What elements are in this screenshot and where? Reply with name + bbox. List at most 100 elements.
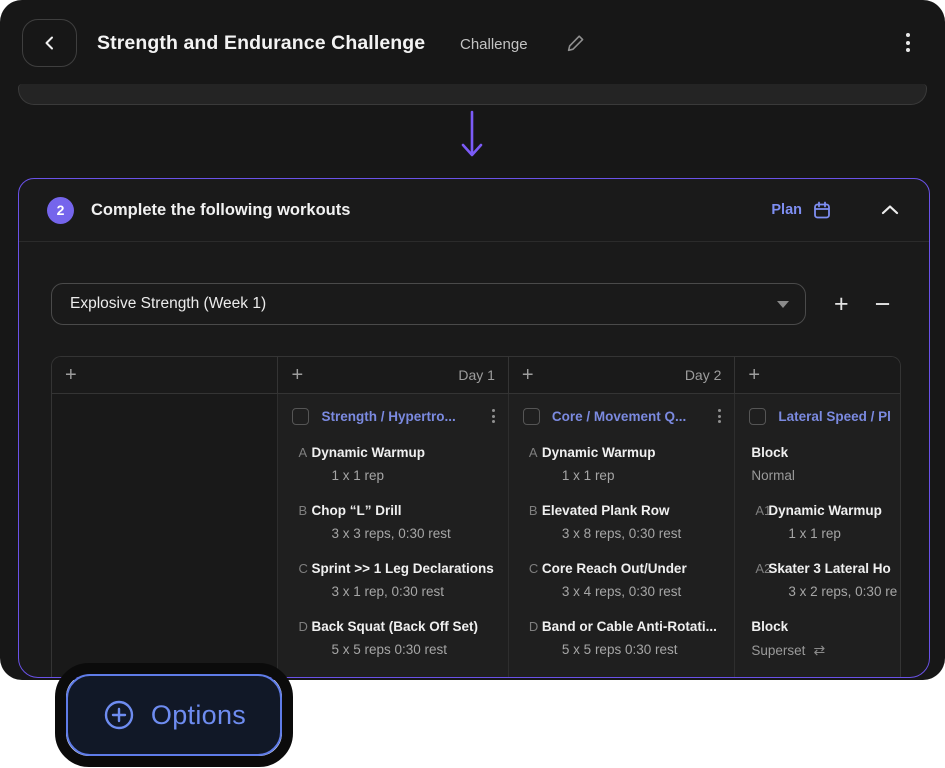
exercise-name: Dynamic Warmup — [311, 445, 425, 460]
add-workout-icon[interactable]: + — [522, 365, 534, 385]
overflow-menu-icon[interactable] — [904, 31, 912, 54]
block-item[interactable]: Block Normal — [735, 445, 900, 483]
workout-checkbox[interactable] — [292, 408, 309, 425]
day-label: Day 1 — [458, 367, 495, 383]
exercise-item[interactable]: DBand or Cable Anti-Rotati... 5 x 5 reps… — [509, 619, 734, 657]
week-select-value: Explosive Strength (Week 1) — [70, 295, 266, 313]
board-column-day1: Strength / Hypertro... ADynamic Warmup 1… — [278, 394, 508, 678]
week-selector-row: Explosive Strength (Week 1) + − — [51, 283, 903, 325]
exercise-tag: A — [509, 445, 542, 460]
exercise-tag: B — [278, 503, 311, 518]
exercise-list: ADynamic Warmup 1 x 1 rep BElevated Plan… — [509, 445, 734, 657]
exercise-name: Core Reach Out/Under — [542, 561, 687, 576]
step-number-badge: 2 — [47, 197, 74, 224]
exercise-name: Sprint >> 1 Leg Declarations — [311, 561, 493, 576]
board-body: Strength / Hypertro... ADynamic Warmup 1… — [52, 394, 900, 678]
edit-pencil-icon[interactable] — [566, 33, 586, 53]
add-workout-icon[interactable]: + — [65, 365, 77, 385]
plus-circle-icon — [102, 698, 136, 732]
exercise-item[interactable]: BElevated Plank Row 3 x 8 reps, 0:30 res… — [509, 503, 734, 541]
collapsed-step-card[interactable] — [18, 84, 927, 105]
header: Strength and Endurance Challenge Challen… — [0, 0, 945, 84]
workout-card-header: Lateral Speed / Ply — [749, 402, 890, 430]
exercise-item[interactable]: A1Dynamic Warmup 1 x 1 rep — [735, 503, 900, 541]
exercise-name: Band or Cable Anti-Rotati... — [542, 619, 717, 634]
block-item[interactable]: Block Superset⇄ — [735, 619, 900, 659]
exercise-name: Back Squat (Back Off Set) — [311, 619, 478, 634]
exercise-detail: 5 x 5 reps 0:30 rest — [331, 642, 507, 657]
exercise-item[interactable]: ADynamic Warmup 1 x 1 rep — [509, 445, 734, 483]
exercise-item[interactable]: BChop “L” Drill 3 x 3 reps, 0:30 rest — [278, 503, 507, 541]
exercise-tag: C — [278, 561, 311, 576]
exercise-name: Chop “L” Drill — [311, 503, 401, 518]
chevron-down-icon — [777, 301, 789, 308]
workout-board: + + Day 1 + Day 2 + — [51, 356, 901, 678]
add-workout-icon[interactable]: + — [291, 365, 303, 385]
board-column-day2: Core / Movement Q... ADynamic Warmup 1 x… — [509, 394, 735, 678]
options-button-highlight-ring: Options — [55, 663, 293, 767]
options-button-label: Options — [151, 700, 246, 731]
program-type-label: Challenge — [460, 36, 528, 53]
step-2-card: 2 Complete the following workouts Plan E… — [18, 178, 930, 678]
collapse-chevron-up-icon[interactable] — [881, 204, 899, 216]
add-week-button[interactable]: + — [834, 292, 849, 317]
exercise-tag: C — [509, 561, 542, 576]
exercise-item[interactable]: DBack Squat (Back Off Set) 5 x 5 reps 0:… — [278, 619, 507, 657]
exercise-item[interactable]: ADynamic Warmup 1 x 1 rep — [278, 445, 507, 483]
exercise-detail: 3 x 3 reps, 0:30 rest — [331, 526, 507, 541]
exercise-item[interactable]: A2Skater 3 Lateral Ho 3 x 2 reps, 0:30 r… — [735, 561, 900, 599]
exercise-name: Elevated Plank Row — [542, 503, 670, 518]
block-label: Block — [735, 619, 900, 634]
superset-loop-icon: ⇄ — [813, 642, 825, 659]
step-title: Complete the following workouts — [91, 201, 350, 220]
exercise-item[interactable]: CSprint >> 1 Leg Declarations 3 x 1 rep,… — [278, 561, 507, 599]
workout-title-link[interactable]: Strength / Hypertro... — [321, 409, 455, 424]
workout-card-header: Core / Movement Q... — [523, 402, 724, 430]
step-2-card-header: 2 Complete the following workouts Plan — [19, 179, 929, 242]
block-list: Block Normal A1Dynamic Warmup 1 x 1 rep … — [735, 445, 900, 659]
exercise-name: Skater 3 Lateral Ho — [768, 561, 890, 576]
exercise-list: ADynamic Warmup 1 x 1 rep BChop “L” Dril… — [278, 445, 507, 657]
exercise-tag: A — [278, 445, 311, 460]
board-column-empty — [52, 394, 278, 678]
exercise-name: Dynamic Warmup — [542, 445, 656, 460]
block-type: Normal — [735, 468, 900, 483]
workout-checkbox[interactable] — [523, 408, 540, 425]
page-title: Strength and Endurance Challenge — [97, 32, 425, 55]
exercise-detail: 1 x 1 rep — [331, 468, 507, 483]
exercise-detail: 3 x 8 reps, 0:30 rest — [562, 526, 734, 541]
back-button[interactable] — [22, 19, 77, 67]
exercise-detail: 1 x 1 rep — [562, 468, 734, 483]
app-window: Strength and Endurance Challenge Challen… — [0, 0, 945, 680]
workout-title-link[interactable]: Lateral Speed / Ply — [778, 409, 890, 424]
board-header-cell-day2: + Day 2 — [509, 357, 735, 393]
exercise-item[interactable]: CCore Reach Out/Under 3 x 4 reps, 0:30 r… — [509, 561, 734, 599]
week-select-dropdown[interactable]: Explosive Strength (Week 1) — [51, 283, 806, 325]
board-header-cell-day1: + Day 1 — [278, 357, 508, 393]
remove-week-button[interactable]: − — [875, 291, 891, 318]
exercise-detail: 3 x 2 reps, 0:30 re — [788, 584, 900, 599]
plan-label: Plan — [771, 202, 802, 218]
block-type: Superset⇄ — [735, 642, 900, 659]
options-button[interactable]: Options — [66, 674, 282, 756]
exercise-detail: 1 x 1 rep — [788, 526, 900, 541]
exercise-tag: A1 — [735, 503, 768, 518]
chevron-left-icon — [42, 35, 58, 51]
workout-menu-icon[interactable] — [489, 407, 498, 425]
workout-menu-icon[interactable] — [715, 407, 724, 425]
flow-down-arrow-icon — [460, 110, 484, 162]
board-header-cell-day3: + — [735, 357, 900, 393]
workout-checkbox[interactable] — [749, 408, 766, 425]
board-header-cell: + — [52, 357, 278, 393]
plan-button[interactable]: Plan — [771, 200, 832, 220]
block-label: Block — [735, 445, 900, 460]
exercise-detail: 3 x 1 rep, 0:30 rest — [331, 584, 507, 599]
workout-title-link[interactable]: Core / Movement Q... — [552, 409, 686, 424]
day-label: Day 2 — [685, 367, 722, 383]
exercise-name: Dynamic Warmup — [768, 503, 882, 518]
workout-card-header: Strength / Hypertro... — [292, 402, 497, 430]
add-workout-icon[interactable]: + — [748, 365, 760, 385]
exercise-tag: D — [509, 619, 542, 634]
exercise-tag: B — [509, 503, 542, 518]
exercise-tag: D — [278, 619, 311, 634]
